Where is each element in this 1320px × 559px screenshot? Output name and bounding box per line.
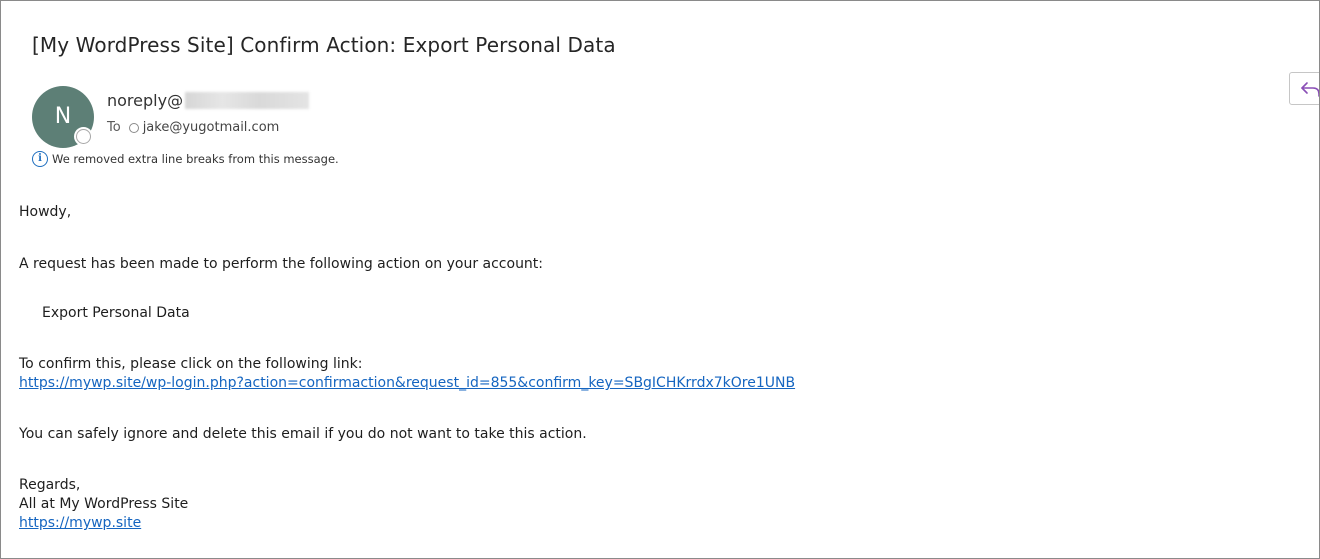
info-notice[interactable]: i We removed extra line breaks from this… [32,151,339,167]
sender-address[interactable]: noreply@ [107,91,183,110]
recipient-presence-icon [128,122,139,133]
action-name: Export Personal Data [42,305,190,321]
redacted-sender-domain [185,92,310,109]
request-line: A request has been made to perform the f… [19,256,544,272]
signature: All at My WordPress Site [19,496,189,512]
to-label: To [107,120,121,135]
confirm-instructions: To confirm this, please click on the fol… [19,356,363,372]
ignore-notice: You can safely ignore and delete this em… [19,426,587,442]
regards: Regards, [19,477,81,493]
recipient-line: To jake@yugotmail.com [107,120,279,135]
info-icon: i [32,151,48,167]
info-notice-text: We removed extra line breaks from this m… [52,152,339,166]
sender-line[interactable]: noreply@ [107,91,310,110]
email-reading-pane: [My WordPress Site] Confirm Action: Expo… [0,0,1320,559]
presence-icon [76,129,91,144]
greeting: Howdy, [19,204,72,220]
email-subject: [My WordPress Site] Confirm Action: Expo… [32,33,616,57]
site-link[interactable]: https://mywp.site [19,515,141,531]
confirm-link[interactable]: https://mywp.site/wp-login.php?action=co… [19,375,795,391]
reply-button[interactable] [1289,72,1319,105]
reply-icon [1301,82,1319,97]
recipient-address[interactable]: jake@yugotmail.com [143,120,280,135]
